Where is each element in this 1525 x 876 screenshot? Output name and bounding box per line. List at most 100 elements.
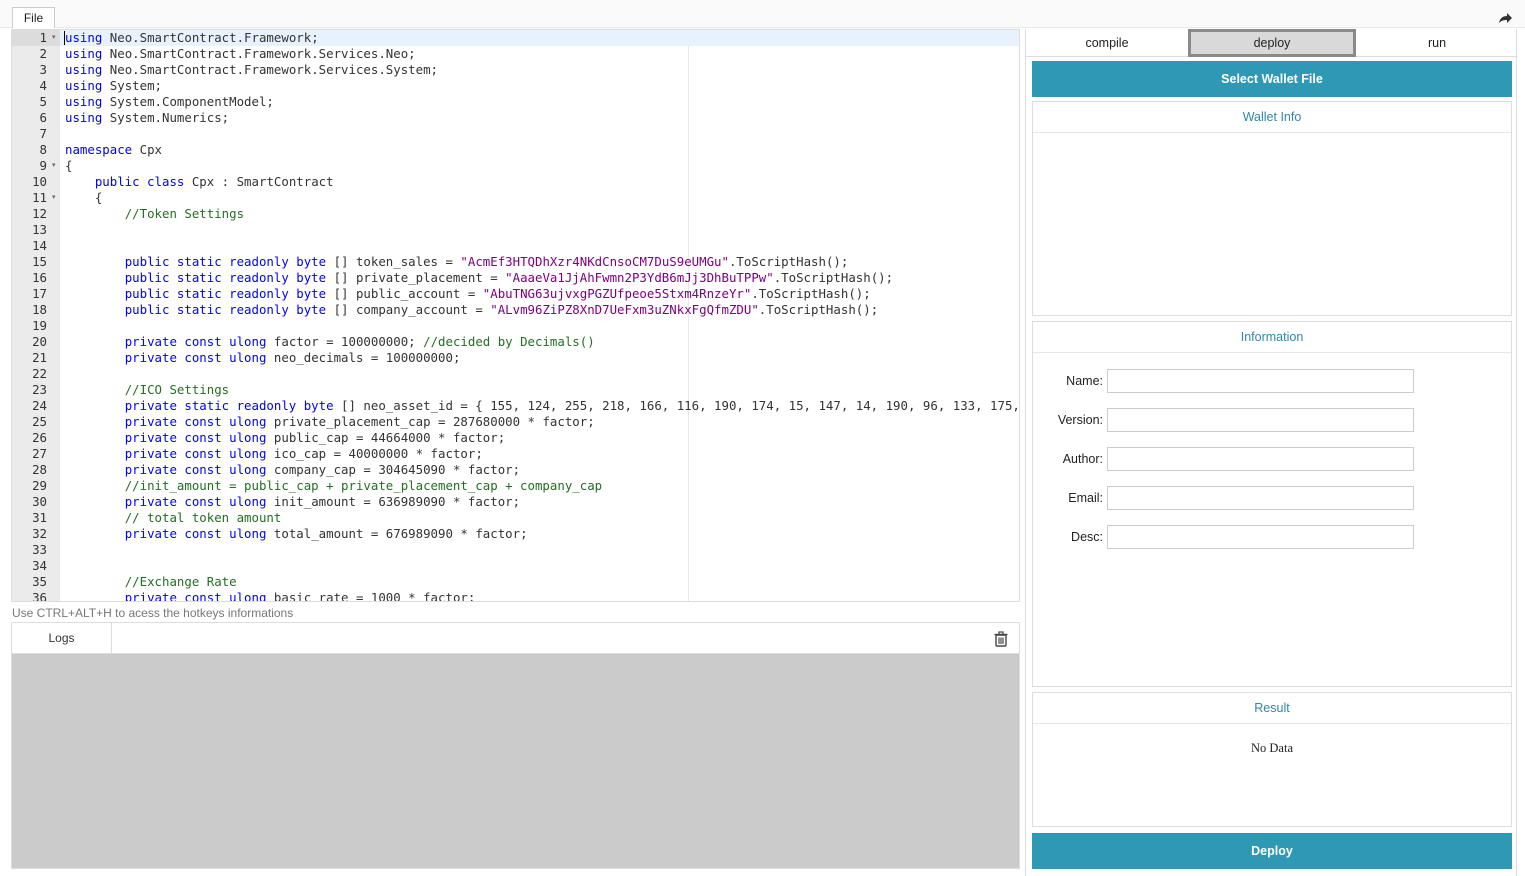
code-line[interactable] <box>60 366 1019 382</box>
tab-compile[interactable]: compile <box>1026 29 1188 57</box>
code-line[interactable]: { <box>60 190 1019 206</box>
author-input[interactable] <box>1107 447 1414 471</box>
code-line[interactable]: //Token Settings <box>60 206 1019 222</box>
code-token: System.Numerics; <box>109 110 230 125</box>
line-number: 29 <box>32 478 47 493</box>
code-line[interactable]: public static readonly byte [] company_a… <box>60 302 1019 318</box>
code-line[interactable]: public static readonly byte [] public_ac… <box>60 286 1019 302</box>
code-token: basic_rate = 1000 * factor; <box>273 590 476 601</box>
code-token: [] public_account = <box>333 286 483 301</box>
code-line[interactable]: using System.ComponentModel; <box>60 94 1019 110</box>
desc-input[interactable] <box>1107 525 1414 549</box>
line-number: 19 <box>32 318 47 333</box>
line-number: 16 <box>32 270 47 285</box>
code-token: neo_decimals = 100000000; <box>273 350 461 365</box>
code-line[interactable]: private const ulong init_amount = 636989… <box>60 494 1019 510</box>
tab-logs[interactable]: Logs <box>12 623 112 654</box>
code-token: "AaaeVa1JjAhFwmn2P3YdB6mJj3DhBuTPPw" <box>505 270 774 285</box>
code-line[interactable] <box>60 558 1019 574</box>
fold-toggle-icon[interactable]: ▾ <box>52 158 56 174</box>
code-line[interactable]: private const ulong private_placement_ca… <box>60 414 1019 430</box>
line-number: 36 <box>32 590 47 602</box>
line-number: 8 <box>39 142 47 157</box>
code-line[interactable] <box>60 222 1019 238</box>
text-cursor <box>64 31 65 45</box>
code-line[interactable]: private const ulong total_amount = 67698… <box>60 526 1019 542</box>
desc-row: Desc: <box>1033 525 1511 549</box>
line-number: 31 <box>32 510 47 525</box>
version-row: Version: <box>1033 408 1511 432</box>
deploy-button[interactable]: Deploy <box>1032 833 1512 869</box>
code-token: Neo.SmartContract.Framework.Services.Sys… <box>109 62 439 77</box>
line-number: 30 <box>32 494 47 509</box>
code-token: private const ulong <box>124 350 267 365</box>
fold-toggle-icon[interactable]: ▾ <box>52 30 56 46</box>
line-number: 15 <box>32 254 47 269</box>
select-wallet-file-button[interactable]: Select Wallet File <box>1032 61 1512 97</box>
code-line[interactable] <box>60 126 1019 142</box>
line-number: 27 <box>32 446 47 461</box>
code-token: public class <box>94 174 185 189</box>
code-token: [] neo_asset_id = { 155, 124, 255, 218, … <box>341 398 1019 413</box>
code-line[interactable]: using Neo.SmartContract.Framework.Servic… <box>60 46 1019 62</box>
code-token: company_cap = 304645090 * factor; <box>273 462 521 477</box>
code-editor[interactable]: 1 ▾ 2 3 4 5 6 7 8 9 ▾ 10 11 ▾ 12 13 14 15 16 17 18 19 20 21 22 23… <box>11 29 1020 602</box>
line-number: 21 <box>32 350 47 365</box>
code-line[interactable] <box>60 318 1019 334</box>
code-token: "ALvm96ZiPZ8XnD7UeFxm3uZNkxFgQfmZDU" <box>490 302 759 317</box>
code-line[interactable]: { <box>60 158 1019 174</box>
code-token: .ToScriptHash(); <box>728 254 849 269</box>
tab-deploy[interactable]: deploy <box>1188 29 1356 57</box>
line-number: 23 <box>32 382 47 397</box>
code-line[interactable]: using System; <box>60 78 1019 94</box>
code-line[interactable]: using Neo.SmartContract.Framework.Servic… <box>60 62 1019 78</box>
code-line[interactable]: namespace Cpx <box>60 142 1019 158</box>
code-token: init_amount = 636989090 * factor; <box>273 494 521 509</box>
code-token: { <box>65 158 73 173</box>
line-number: 18 <box>32 302 47 317</box>
email-row: Email: <box>1033 486 1511 510</box>
tab-run[interactable]: run <box>1356 29 1518 57</box>
code-line[interactable]: private const ulong public_cap = 4466400… <box>60 430 1019 446</box>
code-line[interactable] <box>60 238 1019 254</box>
code-line[interactable]: using System.Numerics; <box>60 110 1019 126</box>
code-token: factor = 100000000; <box>273 334 424 349</box>
share-arrow-icon[interactable] <box>1497 10 1513 26</box>
panel-tabs: compile deploy run <box>1026 29 1518 57</box>
code-line[interactable]: private const ulong company_cap = 304645… <box>60 462 1019 478</box>
code-token: [] private_placement = <box>333 270 506 285</box>
information-panel: Information Name: Version: Author: Email… <box>1032 321 1512 687</box>
code-line[interactable]: using Neo.SmartContract.Framework; <box>60 30 1019 46</box>
code-content[interactable]: using Neo.SmartContract.Framework; using … <box>60 30 1019 601</box>
email-input[interactable] <box>1107 486 1414 510</box>
code-line[interactable]: private const ulong factor = 100000000; … <box>60 334 1019 350</box>
code-line[interactable]: // total token amount <box>60 510 1019 526</box>
code-line[interactable]: private static readonly byte [] neo_asse… <box>60 398 1019 414</box>
version-input[interactable] <box>1107 408 1414 432</box>
code-token: private const ulong <box>124 446 267 461</box>
trash-icon[interactable] <box>993 631 1009 647</box>
code-line[interactable]: //ICO Settings <box>60 382 1019 398</box>
code-token: public static readonly byte <box>124 302 327 317</box>
code-line[interactable]: private const ulong neo_decimals = 10000… <box>60 350 1019 366</box>
file-menu-button[interactable]: File <box>12 7 55 28</box>
code-line[interactable]: //init_amount = public_cap + private_pla… <box>60 478 1019 494</box>
code-line[interactable]: //Exchange Rate <box>60 574 1019 590</box>
code-line[interactable]: public class Cpx : SmartContract <box>60 174 1019 190</box>
code-line[interactable]: private const ulong basic_rate = 1000 * … <box>60 590 1019 601</box>
line-number: 26 <box>32 430 47 445</box>
code-token: using <box>65 78 103 93</box>
code-token: [] token_sales = <box>333 254 461 269</box>
code-line[interactable]: public static readonly byte [] private_p… <box>60 270 1019 286</box>
code-line[interactable] <box>60 542 1019 558</box>
name-input[interactable] <box>1107 369 1414 393</box>
code-line[interactable]: public static readonly byte [] token_sal… <box>60 254 1019 270</box>
code-token: namespace <box>65 142 133 157</box>
fold-toggle-icon[interactable]: ▾ <box>52 190 56 206</box>
code-line[interactable]: private const ulong ico_cap = 40000000 *… <box>60 446 1019 462</box>
code-token: public_cap = 44664000 * factor; <box>273 430 506 445</box>
